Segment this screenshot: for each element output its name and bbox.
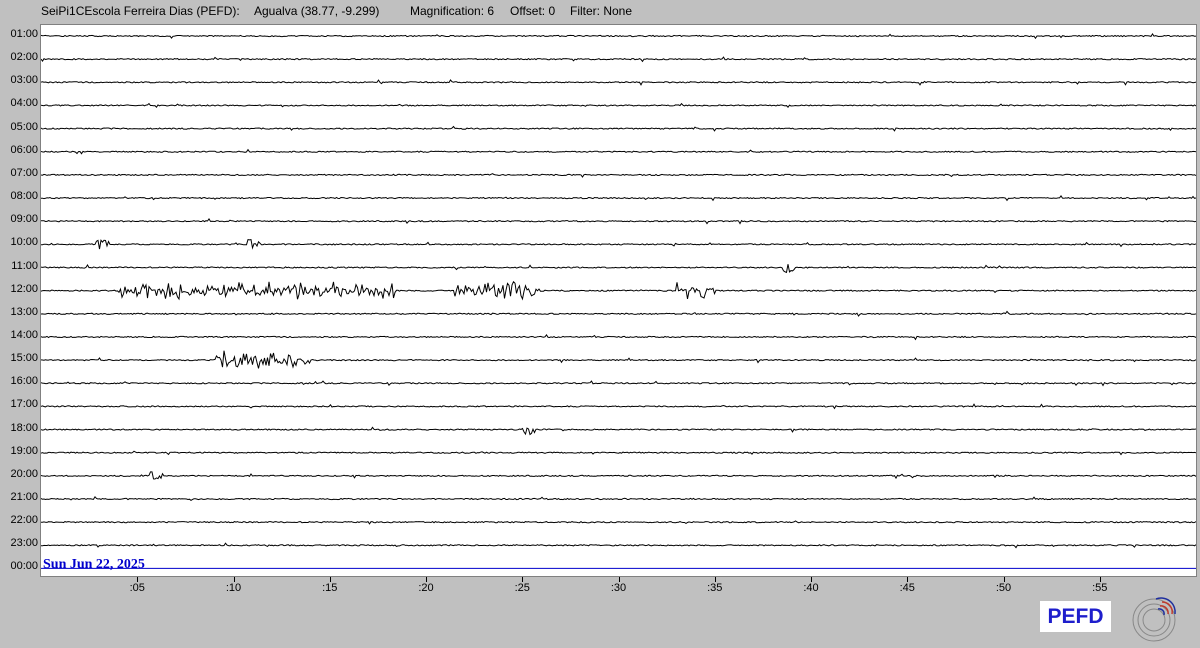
hour-label: 01:00 bbox=[10, 28, 38, 40]
minute-label: :55 bbox=[1092, 582, 1108, 594]
trace-line bbox=[41, 173, 1196, 178]
minute-label: :35 bbox=[707, 582, 723, 594]
hour-label: 15:00 bbox=[10, 352, 38, 365]
minute-label: :45 bbox=[899, 582, 915, 594]
hour-label: 00:00 bbox=[10, 560, 38, 573]
trace-line bbox=[41, 125, 1196, 132]
hour-label: 10:00 bbox=[10, 236, 38, 249]
minute-label: :40 bbox=[803, 582, 819, 594]
hour-label: 03:00 bbox=[10, 74, 38, 87]
trace-line bbox=[41, 542, 1196, 549]
hour-label: 23:00 bbox=[10, 537, 38, 550]
trace-line bbox=[41, 495, 1196, 502]
hour-label: 16:00 bbox=[10, 375, 38, 388]
hour-label: 21:00 bbox=[10, 491, 38, 503]
hour-label: 04:00 bbox=[10, 97, 38, 110]
trace-line bbox=[41, 426, 1196, 436]
trace-line bbox=[41, 471, 1196, 480]
hour-label: 19:00 bbox=[10, 444, 38, 457]
trace-line bbox=[41, 380, 1196, 387]
minute-label: :05 bbox=[129, 582, 145, 594]
hour-label: 17:00 bbox=[10, 398, 38, 411]
hour-label: 20:00 bbox=[10, 467, 38, 480]
trace-line bbox=[41, 350, 1196, 369]
hour-label: 14:00 bbox=[10, 328, 38, 341]
hour-label: 13:00 bbox=[10, 305, 38, 318]
trace-line bbox=[41, 334, 1196, 341]
trace-line bbox=[41, 217, 1196, 225]
date-label: Sun Jun 22, 2025 bbox=[43, 557, 145, 572]
magnification-readout: Magnification: 6 bbox=[410, 4, 495, 18]
minute-label: :20 bbox=[418, 582, 434, 594]
hour-label: 11:00 bbox=[11, 259, 38, 272]
seismograph-emblem-icon bbox=[1132, 597, 1176, 642]
hour-label: 22:00 bbox=[10, 514, 38, 527]
hour-label: 06:00 bbox=[10, 143, 38, 156]
hour-label: 05:00 bbox=[10, 120, 38, 133]
status-header: SeiPi1CEscola Ferreira Dias (PEFD): Agua… bbox=[0, 0, 1200, 22]
trace-line bbox=[41, 32, 1196, 40]
trace-line bbox=[41, 310, 1196, 317]
trace-line bbox=[41, 520, 1196, 525]
trace-line bbox=[41, 264, 1196, 274]
hour-label: 09:00 bbox=[10, 213, 38, 226]
seismogram-traces bbox=[41, 32, 1196, 569]
trace-line bbox=[41, 403, 1196, 410]
minute-label: :25 bbox=[514, 582, 530, 594]
trace-line bbox=[41, 280, 1196, 301]
trace-line bbox=[41, 79, 1196, 86]
hour-label: 12:00 bbox=[10, 282, 38, 295]
station-location: Agualva (38.77, -9.299) bbox=[254, 4, 380, 18]
offset-readout: Offset: 0 bbox=[510, 4, 556, 18]
trace-line bbox=[41, 102, 1196, 109]
minute-label: :30 bbox=[610, 582, 627, 594]
hour-label: 07:00 bbox=[10, 166, 38, 179]
minute-label: :50 bbox=[995, 582, 1012, 594]
filter-readout: Filter: None bbox=[570, 4, 633, 18]
trace-line bbox=[41, 450, 1196, 456]
pefd-logo: PEFD bbox=[1040, 601, 1111, 632]
trace-line bbox=[41, 148, 1196, 155]
minute-label: :10 bbox=[225, 582, 242, 594]
minute-label: :15 bbox=[322, 582, 338, 594]
seismogram-plot bbox=[40, 24, 1197, 577]
trace-line bbox=[41, 195, 1196, 202]
hour-label: 02:00 bbox=[10, 51, 38, 64]
hour-label: 08:00 bbox=[10, 190, 38, 203]
trace-line bbox=[41, 239, 1196, 250]
station-name: SeiPi1CEscola Ferreira Dias (PEFD): bbox=[41, 4, 240, 18]
trace-line bbox=[41, 56, 1196, 63]
hour-label: 18:00 bbox=[10, 421, 38, 434]
